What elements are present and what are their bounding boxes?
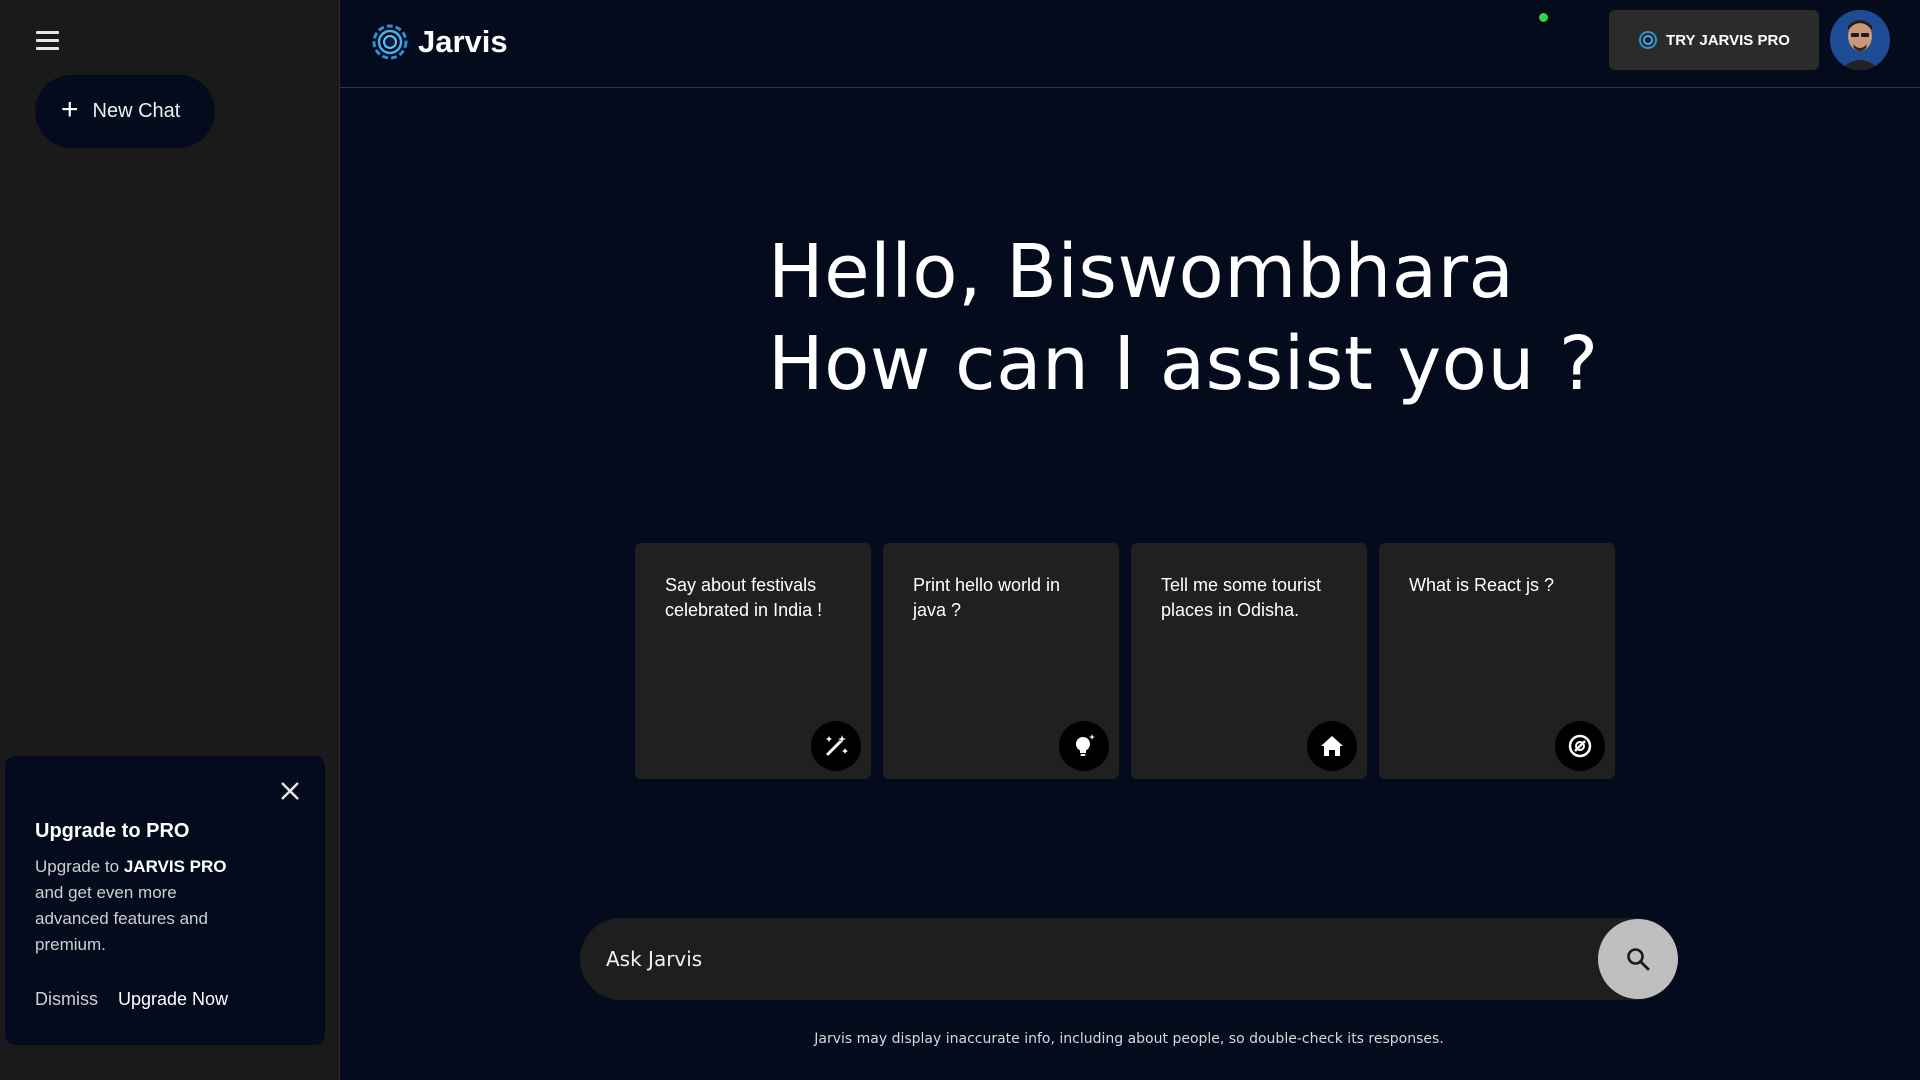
disclaimer-text: Jarvis may display inaccurate info, incl…: [814, 1031, 1444, 1047]
greeting-line-2: How can I assist you ?: [768, 321, 1599, 407]
brand[interactable]: Jarvis: [372, 24, 508, 60]
close-icon[interactable]: [277, 778, 303, 804]
lightbulb-icon: [1059, 721, 1109, 771]
header: Jarvis TRY JARVIS PRO: [340, 0, 1920, 88]
suggestion-cards: Say about festivals celebrated in India …: [635, 543, 1615, 779]
jarvis-logo-icon: [372, 24, 408, 60]
suggestion-text: What is React js ?: [1409, 575, 1555, 595]
try-pro-button[interactable]: TRY JARVIS PRO: [1609, 10, 1819, 70]
upgrade-text-start: Upgrade to: [35, 857, 124, 876]
dismiss-button[interactable]: Dismiss: [35, 989, 98, 1010]
suggestion-text: Print hello world in java ?: [913, 575, 1061, 620]
online-status-badge: [1537, 11, 1550, 24]
brand-name: Jarvis: [418, 24, 508, 59]
suggestion-card[interactable]: Tell me some tourist places in Odisha.: [1131, 543, 1367, 779]
search-input[interactable]: [606, 918, 1606, 1000]
avatar[interactable]: [1830, 10, 1890, 70]
upgrade-actions: Dismiss Upgrade Now: [35, 989, 228, 1010]
menu-icon[interactable]: [36, 28, 64, 52]
upgrade-card: Upgrade to PRO Upgrade to JARVIS PRO and…: [5, 756, 325, 1045]
user-photo-icon: [1830, 10, 1890, 70]
upgrade-text-product: JARVIS PRO: [123, 857, 227, 876]
code-ring-icon: [1555, 721, 1605, 771]
magic-wand-icon: [811, 721, 861, 771]
suggestion-card[interactable]: Print hello world in java ?: [883, 543, 1119, 779]
jarvis-logo-icon: [1639, 31, 1658, 49]
plus-icon: +: [61, 93, 79, 126]
greeting-line-1: Hello, Biswombhara: [768, 229, 1515, 315]
upgrade-title: Upgrade to PRO: [35, 820, 190, 842]
home-icon: [1307, 721, 1357, 771]
greeting: Hello, Biswombhara How can I assist you …: [768, 226, 1599, 410]
search-button[interactable]: [1598, 919, 1678, 999]
upgrade-description: Upgrade to JARVIS PRO and get even more …: [35, 854, 255, 958]
suggestion-card[interactable]: What is React js ?: [1379, 543, 1615, 779]
suggestion-text: Say about festivals celebrated in India …: [665, 575, 823, 620]
upgrade-text-end: and get even more advanced features and …: [35, 883, 208, 954]
try-pro-label: TRY JARVIS PRO: [1666, 31, 1790, 49]
sidebar: + New Chat Upgrade to PRO Upgrade to JAR…: [0, 0, 340, 1080]
search-bar: [580, 918, 1678, 1000]
new-chat-button[interactable]: + New Chat: [35, 75, 215, 148]
upgrade-now-button[interactable]: Upgrade Now: [118, 989, 228, 1010]
suggestion-card[interactable]: Say about festivals celebrated in India …: [635, 543, 871, 779]
new-chat-label: New Chat: [92, 100, 181, 122]
suggestion-text: Tell me some tourist places in Odisha.: [1161, 575, 1322, 620]
search-icon: [1627, 948, 1650, 971]
